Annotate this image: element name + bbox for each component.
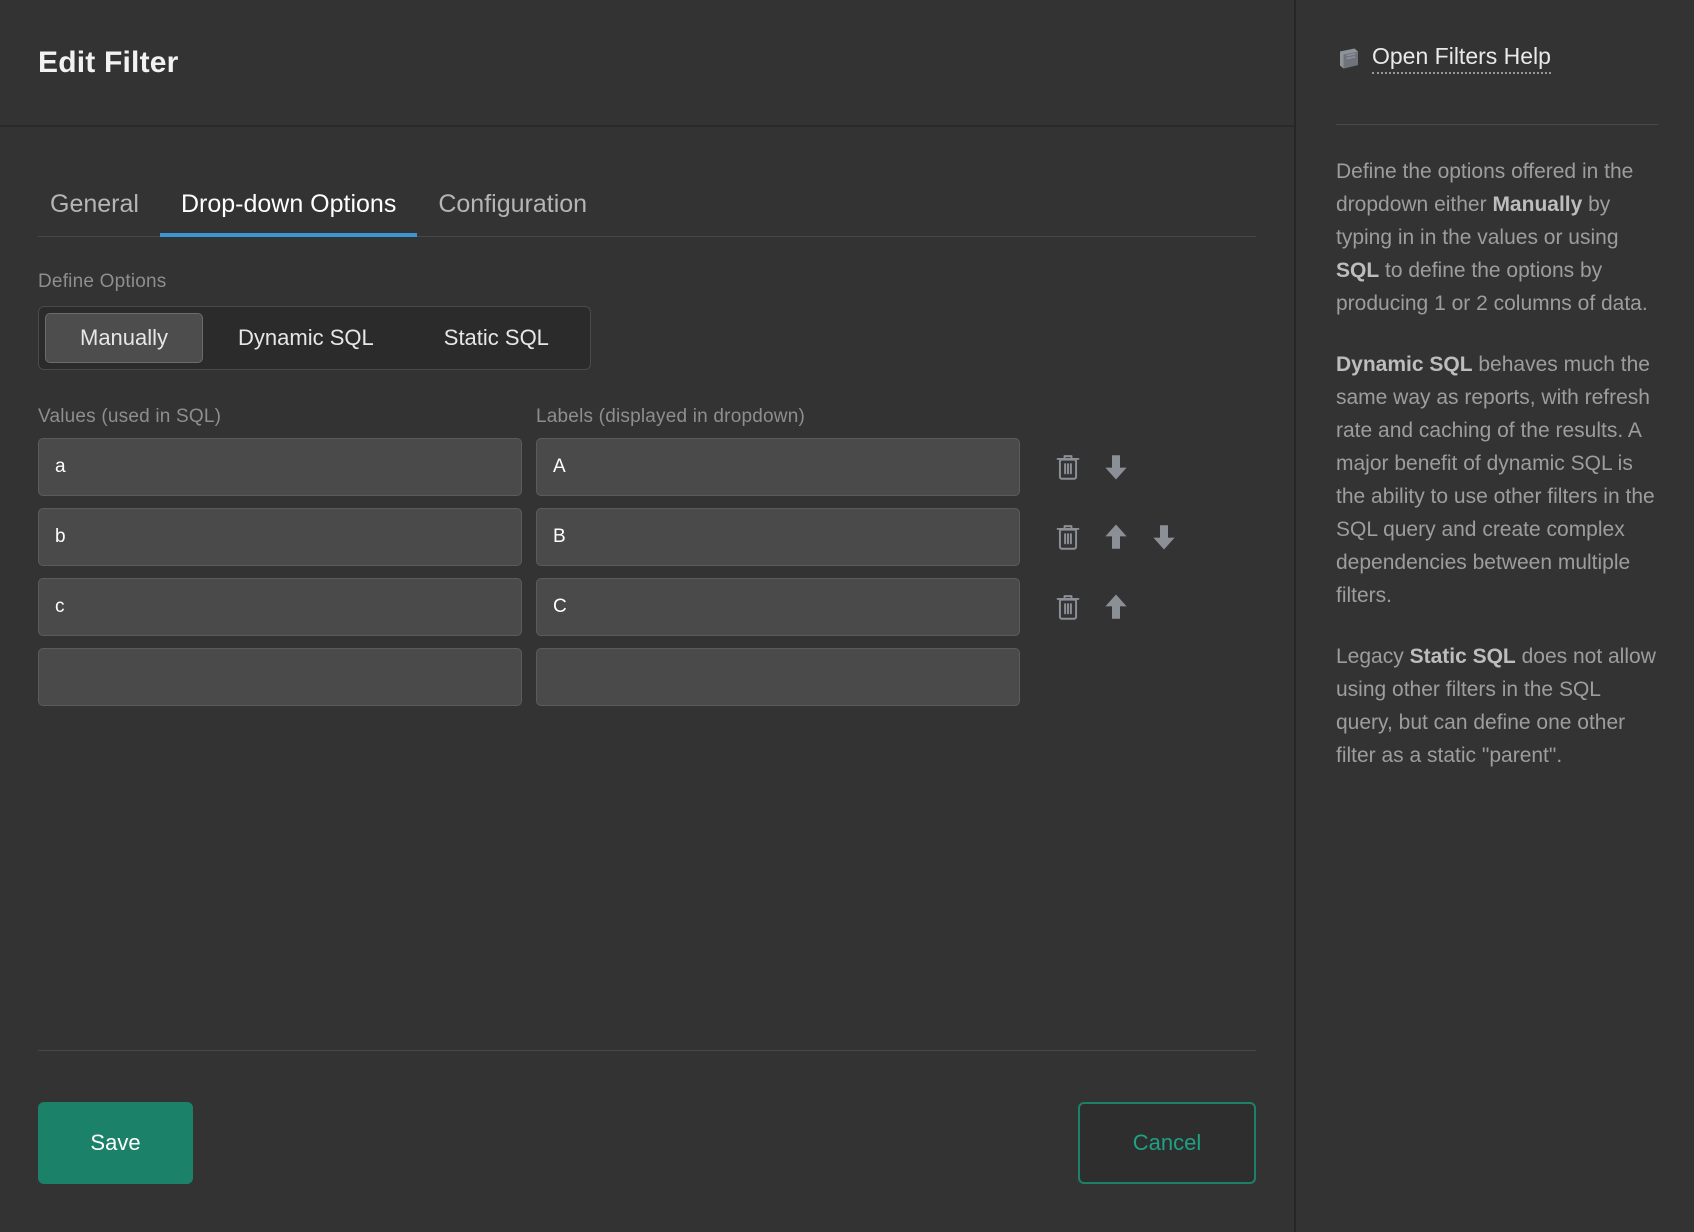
help-paragraph-2: Dynamic SQL behaves much the same way as…	[1336, 348, 1658, 612]
book-icon	[1336, 47, 1362, 71]
help-p2-text-1: behaves much the same way as reports, wi…	[1336, 353, 1655, 607]
delete-icon[interactable]	[1044, 443, 1092, 491]
option-value-input[interactable]	[38, 438, 522, 496]
help-p3-bold-static-sql: Static SQL	[1409, 645, 1516, 668]
tab-configuration[interactable]: Configuration	[417, 192, 608, 237]
main-panel: Edit Filter General Drop-down Options Co…	[0, 0, 1296, 1232]
delete-icon[interactable]	[1044, 513, 1092, 561]
edit-filter-dialog: Edit Filter General Drop-down Options Co…	[0, 0, 1694, 1232]
define-options-segmented-control: Manually Dynamic SQL Static SQL	[38, 306, 591, 370]
save-button[interactable]: Save	[38, 1101, 193, 1184]
arrow-up-icon[interactable]	[1092, 583, 1140, 631]
action-spacer	[1140, 583, 1188, 631]
segment-static-sql[interactable]: Static SQL	[409, 313, 584, 363]
define-options-label: Define Options	[38, 271, 167, 292]
dialog-header: Edit Filter	[0, 0, 1294, 127]
option-value-input[interactable]	[38, 508, 522, 566]
option-label-input[interactable]	[536, 438, 1020, 496]
tab-general[interactable]: General	[38, 192, 160, 237]
option-value-input[interactable]	[38, 578, 522, 636]
page-title: Edit Filter	[38, 45, 179, 79]
arrow-down-icon[interactable]	[1092, 443, 1140, 491]
open-filters-help-label[interactable]: Open Filters Help	[1372, 43, 1551, 75]
segment-dynamic-sql[interactable]: Dynamic SQL	[203, 313, 409, 363]
footer-inner: Save Cancel	[38, 1050, 1256, 1232]
help-divider	[1336, 124, 1658, 125]
row-actions	[1044, 578, 1188, 636]
option-row-new	[38, 648, 1256, 706]
option-value-input-new[interactable]	[38, 648, 522, 706]
open-filters-help-link[interactable]: Open Filters Help	[1336, 36, 1658, 82]
arrow-up-icon[interactable]	[1092, 513, 1140, 561]
option-label-input[interactable]	[536, 578, 1020, 636]
help-p1-bold-sql: SQL	[1336, 259, 1380, 282]
row-actions	[1044, 438, 1188, 496]
dialog-body: General Drop-down Options Configuration …	[0, 127, 1294, 1232]
help-p2-bold-dynamic-sql: Dynamic SQL	[1336, 353, 1473, 376]
options-column-headers: Values (used in SQL) Labels (displayed i…	[38, 406, 1256, 428]
option-label-input-new[interactable]	[536, 648, 1020, 706]
values-column-header: Values (used in SQL)	[38, 406, 222, 427]
option-row	[38, 578, 1256, 636]
cancel-button[interactable]: Cancel	[1078, 1101, 1256, 1184]
dialog-footer: Save Cancel	[0, 1050, 1294, 1232]
help-panel: Open Filters Help Define the options off…	[1296, 0, 1692, 1232]
help-p3-text-1: Legacy	[1336, 645, 1410, 668]
help-paragraph-3: Legacy Static SQL does not allow using o…	[1336, 640, 1658, 772]
action-spacer	[1140, 443, 1188, 491]
delete-icon[interactable]	[1044, 583, 1092, 631]
help-paragraph-1: Define the options offered in the dropdo…	[1336, 155, 1658, 320]
help-p1-bold-manually: Manually	[1492, 193, 1583, 216]
row-actions	[1044, 508, 1188, 566]
tab-drop-down-options[interactable]: Drop-down Options	[159, 192, 418, 237]
option-row	[38, 508, 1256, 566]
option-row	[38, 438, 1256, 496]
segment-manually[interactable]: Manually	[45, 313, 204, 363]
tab-strip: General Drop-down Options Configuration	[38, 127, 1256, 237]
arrow-down-icon[interactable]	[1140, 513, 1188, 561]
option-label-input[interactable]	[536, 508, 1020, 566]
labels-column-header: Labels (displayed in dropdown)	[536, 406, 805, 427]
help-p1-text-3: to define the options by producing 1 or …	[1336, 259, 1648, 315]
